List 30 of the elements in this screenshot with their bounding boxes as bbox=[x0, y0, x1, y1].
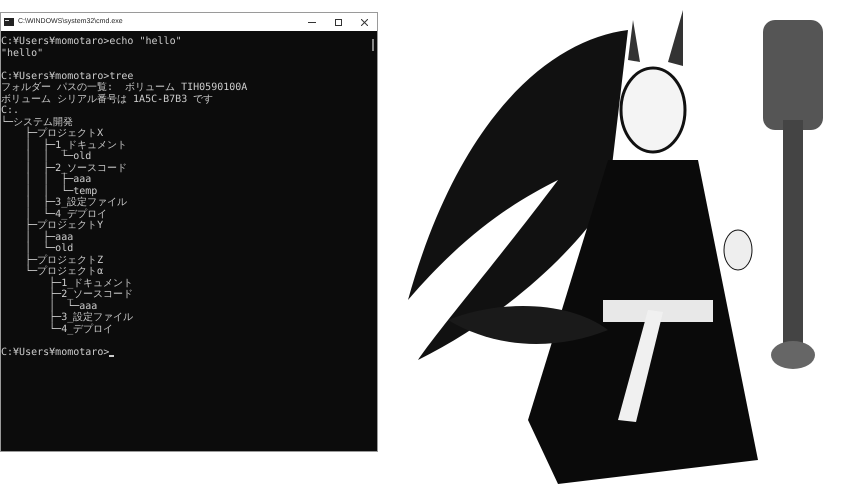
console-line: "hello" bbox=[1, 48, 44, 59]
console-line: │ ├─aaa bbox=[24, 232, 74, 242]
console-line: │ ├─1_ドキュメント bbox=[24, 140, 128, 150]
console-line: └─システム開発 bbox=[1, 116, 74, 128]
scrollbar-thumb[interactable] bbox=[372, 39, 374, 51]
console-line: └─プロジェクトα bbox=[24, 266, 104, 277]
console-line: │ │ └─old bbox=[24, 151, 92, 162]
console-line: │ └─old bbox=[24, 243, 74, 254]
console-line: ボリューム シリアル番号は 1A5C-B7B3 です bbox=[1, 94, 214, 105]
console-line: C:. bbox=[1, 105, 20, 116]
console-line: ├─プロジェクトZ bbox=[24, 254, 104, 266]
console-line: └─4_デプロイ bbox=[48, 324, 114, 335]
console-line: │ ├─3_設定ファイル bbox=[24, 197, 128, 208]
close-icon bbox=[360, 18, 368, 26]
console-line: ├─プロジェクトX bbox=[24, 128, 104, 139]
console-line: ├─プロジェクトY bbox=[24, 220, 104, 231]
console-line: │ └─4_デプロイ bbox=[24, 208, 108, 220]
console-line: C:¥Users¥momotaro>tree bbox=[1, 70, 134, 82]
console-line: フォルダー パスの一覧: ボリューム TIH0590100A bbox=[1, 82, 248, 94]
console-line: ├─1_ドキュメント bbox=[48, 278, 134, 288]
maximize-icon bbox=[334, 18, 342, 26]
terminal-icon bbox=[4, 18, 14, 26]
console-line: │ ├─2_ソースコード bbox=[24, 162, 128, 174]
console-line: C:¥Users¥momotaro> bbox=[1, 346, 110, 358]
console-line: │ │ ├─aaa bbox=[24, 174, 92, 185]
console-line: C:¥Users¥momotaro>echo "hello" bbox=[1, 36, 182, 48]
console-line: │ │ └─temp bbox=[24, 186, 98, 196]
console-line: │ └─aaa bbox=[48, 300, 98, 312]
console-line: ├─3_設定ファイル bbox=[48, 312, 134, 323]
console-line: ├─2_ソースコード bbox=[48, 289, 134, 300]
